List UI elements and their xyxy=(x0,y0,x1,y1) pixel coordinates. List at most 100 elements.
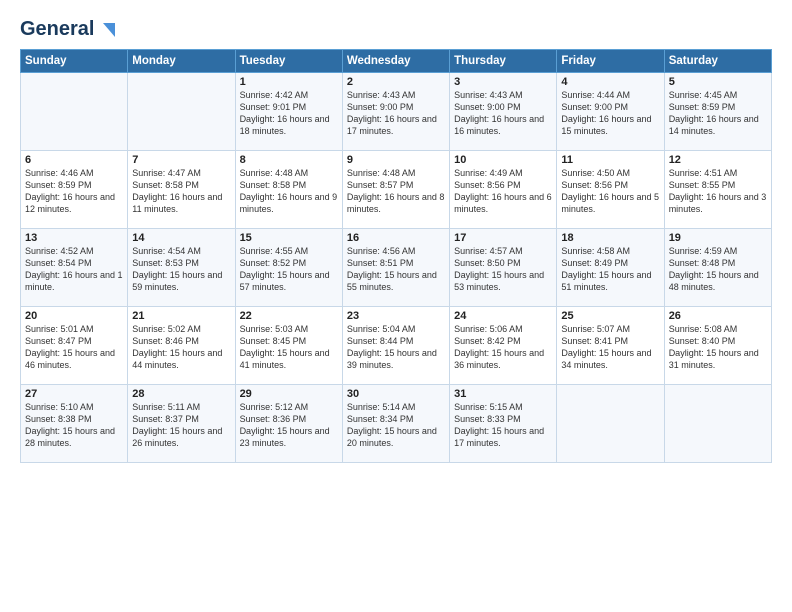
calendar-cell: 3Sunrise: 4:43 AM Sunset: 9:00 PM Daylig… xyxy=(450,73,557,151)
day-number: 4 xyxy=(561,76,659,88)
calendar-cell: 26Sunrise: 5:08 AM Sunset: 8:40 PM Dayli… xyxy=(664,307,771,385)
calendar-cell xyxy=(557,385,664,463)
day-header-sunday: Sunday xyxy=(21,50,128,73)
calendar-cell: 17Sunrise: 4:57 AM Sunset: 8:50 PM Dayli… xyxy=(450,229,557,307)
day-number: 19 xyxy=(669,232,767,244)
day-header-saturday: Saturday xyxy=(664,50,771,73)
day-number: 31 xyxy=(454,388,552,400)
calendar-cell: 7Sunrise: 4:47 AM Sunset: 8:58 PM Daylig… xyxy=(128,151,235,229)
day-number: 8 xyxy=(240,154,338,166)
calendar-cell: 18Sunrise: 4:58 AM Sunset: 8:49 PM Dayli… xyxy=(557,229,664,307)
calendar-cell: 11Sunrise: 4:50 AM Sunset: 8:56 PM Dayli… xyxy=(557,151,664,229)
cell-content: Sunrise: 4:51 AM Sunset: 8:55 PM Dayligh… xyxy=(669,167,767,216)
calendar-cell: 29Sunrise: 5:12 AM Sunset: 8:36 PM Dayli… xyxy=(235,385,342,463)
cell-content: Sunrise: 5:07 AM Sunset: 8:41 PM Dayligh… xyxy=(561,323,659,372)
day-number: 25 xyxy=(561,310,659,322)
header: General xyxy=(20,18,772,39)
cell-content: Sunrise: 4:58 AM Sunset: 8:49 PM Dayligh… xyxy=(561,245,659,294)
calendar-cell: 15Sunrise: 4:55 AM Sunset: 8:52 PM Dayli… xyxy=(235,229,342,307)
calendar-cell xyxy=(664,385,771,463)
cell-content: Sunrise: 5:01 AM Sunset: 8:47 PM Dayligh… xyxy=(25,323,123,372)
day-number: 28 xyxy=(132,388,230,400)
calendar-table: SundayMondayTuesdayWednesdayThursdayFrid… xyxy=(20,49,772,463)
cell-content: Sunrise: 4:46 AM Sunset: 8:59 PM Dayligh… xyxy=(25,167,123,216)
calendar-cell: 21Sunrise: 5:02 AM Sunset: 8:46 PM Dayli… xyxy=(128,307,235,385)
cell-content: Sunrise: 5:08 AM Sunset: 8:40 PM Dayligh… xyxy=(669,323,767,372)
calendar-cell xyxy=(128,73,235,151)
calendar-cell: 14Sunrise: 4:54 AM Sunset: 8:53 PM Dayli… xyxy=(128,229,235,307)
day-number: 12 xyxy=(669,154,767,166)
day-header-thursday: Thursday xyxy=(450,50,557,73)
cell-content: Sunrise: 4:44 AM Sunset: 9:00 PM Dayligh… xyxy=(561,89,659,138)
day-number: 23 xyxy=(347,310,445,322)
calendar-cell: 4Sunrise: 4:44 AM Sunset: 9:00 PM Daylig… xyxy=(557,73,664,151)
cell-content: Sunrise: 5:04 AM Sunset: 8:44 PM Dayligh… xyxy=(347,323,445,372)
day-number: 26 xyxy=(669,310,767,322)
cell-content: Sunrise: 5:02 AM Sunset: 8:46 PM Dayligh… xyxy=(132,323,230,372)
day-number: 3 xyxy=(454,76,552,88)
calendar-cell: 19Sunrise: 4:59 AM Sunset: 8:48 PM Dayli… xyxy=(664,229,771,307)
logo: General xyxy=(20,18,117,39)
week-row-3: 13Sunrise: 4:52 AM Sunset: 8:54 PM Dayli… xyxy=(21,229,772,307)
calendar-cell: 23Sunrise: 5:04 AM Sunset: 8:44 PM Dayli… xyxy=(342,307,449,385)
calendar-cell: 25Sunrise: 5:07 AM Sunset: 8:41 PM Dayli… xyxy=(557,307,664,385)
calendar-cell: 5Sunrise: 4:45 AM Sunset: 8:59 PM Daylig… xyxy=(664,73,771,151)
day-number: 22 xyxy=(240,310,338,322)
day-number: 18 xyxy=(561,232,659,244)
cell-content: Sunrise: 4:43 AM Sunset: 9:00 PM Dayligh… xyxy=(347,89,445,138)
calendar-cell: 16Sunrise: 4:56 AM Sunset: 8:51 PM Dayli… xyxy=(342,229,449,307)
day-number: 5 xyxy=(669,76,767,88)
calendar-cell: 12Sunrise: 4:51 AM Sunset: 8:55 PM Dayli… xyxy=(664,151,771,229)
calendar-cell: 30Sunrise: 5:14 AM Sunset: 8:34 PM Dayli… xyxy=(342,385,449,463)
calendar-page: General SundayMondayTuesdayWednesdayThur… xyxy=(0,0,792,612)
cell-content: Sunrise: 4:50 AM Sunset: 8:56 PM Dayligh… xyxy=(561,167,659,216)
cell-content: Sunrise: 4:52 AM Sunset: 8:54 PM Dayligh… xyxy=(25,245,123,294)
day-number: 13 xyxy=(25,232,123,244)
day-header-friday: Friday xyxy=(557,50,664,73)
calendar-cell: 20Sunrise: 5:01 AM Sunset: 8:47 PM Dayli… xyxy=(21,307,128,385)
calendar-cell: 1Sunrise: 4:42 AM Sunset: 9:01 PM Daylig… xyxy=(235,73,342,151)
week-row-2: 6Sunrise: 4:46 AM Sunset: 8:59 PM Daylig… xyxy=(21,151,772,229)
cell-content: Sunrise: 4:54 AM Sunset: 8:53 PM Dayligh… xyxy=(132,245,230,294)
cell-content: Sunrise: 5:06 AM Sunset: 8:42 PM Dayligh… xyxy=(454,323,552,372)
cell-content: Sunrise: 4:59 AM Sunset: 8:48 PM Dayligh… xyxy=(669,245,767,294)
cell-content: Sunrise: 4:43 AM Sunset: 9:00 PM Dayligh… xyxy=(454,89,552,138)
day-number: 6 xyxy=(25,154,123,166)
day-number: 9 xyxy=(347,154,445,166)
day-number: 21 xyxy=(132,310,230,322)
calendar-cell: 27Sunrise: 5:10 AM Sunset: 8:38 PM Dayli… xyxy=(21,385,128,463)
day-number: 7 xyxy=(132,154,230,166)
calendar-cell: 22Sunrise: 5:03 AM Sunset: 8:45 PM Dayli… xyxy=(235,307,342,385)
cell-content: Sunrise: 4:49 AM Sunset: 8:56 PM Dayligh… xyxy=(454,167,552,216)
day-number: 11 xyxy=(561,154,659,166)
calendar-cell: 9Sunrise: 4:48 AM Sunset: 8:57 PM Daylig… xyxy=(342,151,449,229)
calendar-cell: 8Sunrise: 4:48 AM Sunset: 8:58 PM Daylig… xyxy=(235,151,342,229)
calendar-cell: 10Sunrise: 4:49 AM Sunset: 8:56 PM Dayli… xyxy=(450,151,557,229)
cell-content: Sunrise: 5:15 AM Sunset: 8:33 PM Dayligh… xyxy=(454,401,552,450)
day-number: 30 xyxy=(347,388,445,400)
logo-general: General xyxy=(20,18,94,41)
cell-content: Sunrise: 4:48 AM Sunset: 8:58 PM Dayligh… xyxy=(240,167,338,216)
calendar-cell: 13Sunrise: 4:52 AM Sunset: 8:54 PM Dayli… xyxy=(21,229,128,307)
cell-content: Sunrise: 4:47 AM Sunset: 8:58 PM Dayligh… xyxy=(132,167,230,216)
day-header-tuesday: Tuesday xyxy=(235,50,342,73)
calendar-cell: 28Sunrise: 5:11 AM Sunset: 8:37 PM Dayli… xyxy=(128,385,235,463)
cell-content: Sunrise: 4:56 AM Sunset: 8:51 PM Dayligh… xyxy=(347,245,445,294)
cell-content: Sunrise: 5:14 AM Sunset: 8:34 PM Dayligh… xyxy=(347,401,445,450)
week-row-1: 1Sunrise: 4:42 AM Sunset: 9:01 PM Daylig… xyxy=(21,73,772,151)
calendar-cell xyxy=(21,73,128,151)
cell-content: Sunrise: 4:45 AM Sunset: 8:59 PM Dayligh… xyxy=(669,89,767,138)
day-number: 14 xyxy=(132,232,230,244)
day-number: 29 xyxy=(240,388,338,400)
calendar-cell: 6Sunrise: 4:46 AM Sunset: 8:59 PM Daylig… xyxy=(21,151,128,229)
day-number: 27 xyxy=(25,388,123,400)
day-number: 10 xyxy=(454,154,552,166)
cell-content: Sunrise: 5:12 AM Sunset: 8:36 PM Dayligh… xyxy=(240,401,338,450)
calendar-cell: 31Sunrise: 5:15 AM Sunset: 8:33 PM Dayli… xyxy=(450,385,557,463)
day-number: 16 xyxy=(347,232,445,244)
cell-content: Sunrise: 5:11 AM Sunset: 8:37 PM Dayligh… xyxy=(132,401,230,450)
day-number: 1 xyxy=(240,76,338,88)
day-number: 17 xyxy=(454,232,552,244)
logo-icon xyxy=(95,19,117,41)
cell-content: Sunrise: 5:03 AM Sunset: 8:45 PM Dayligh… xyxy=(240,323,338,372)
